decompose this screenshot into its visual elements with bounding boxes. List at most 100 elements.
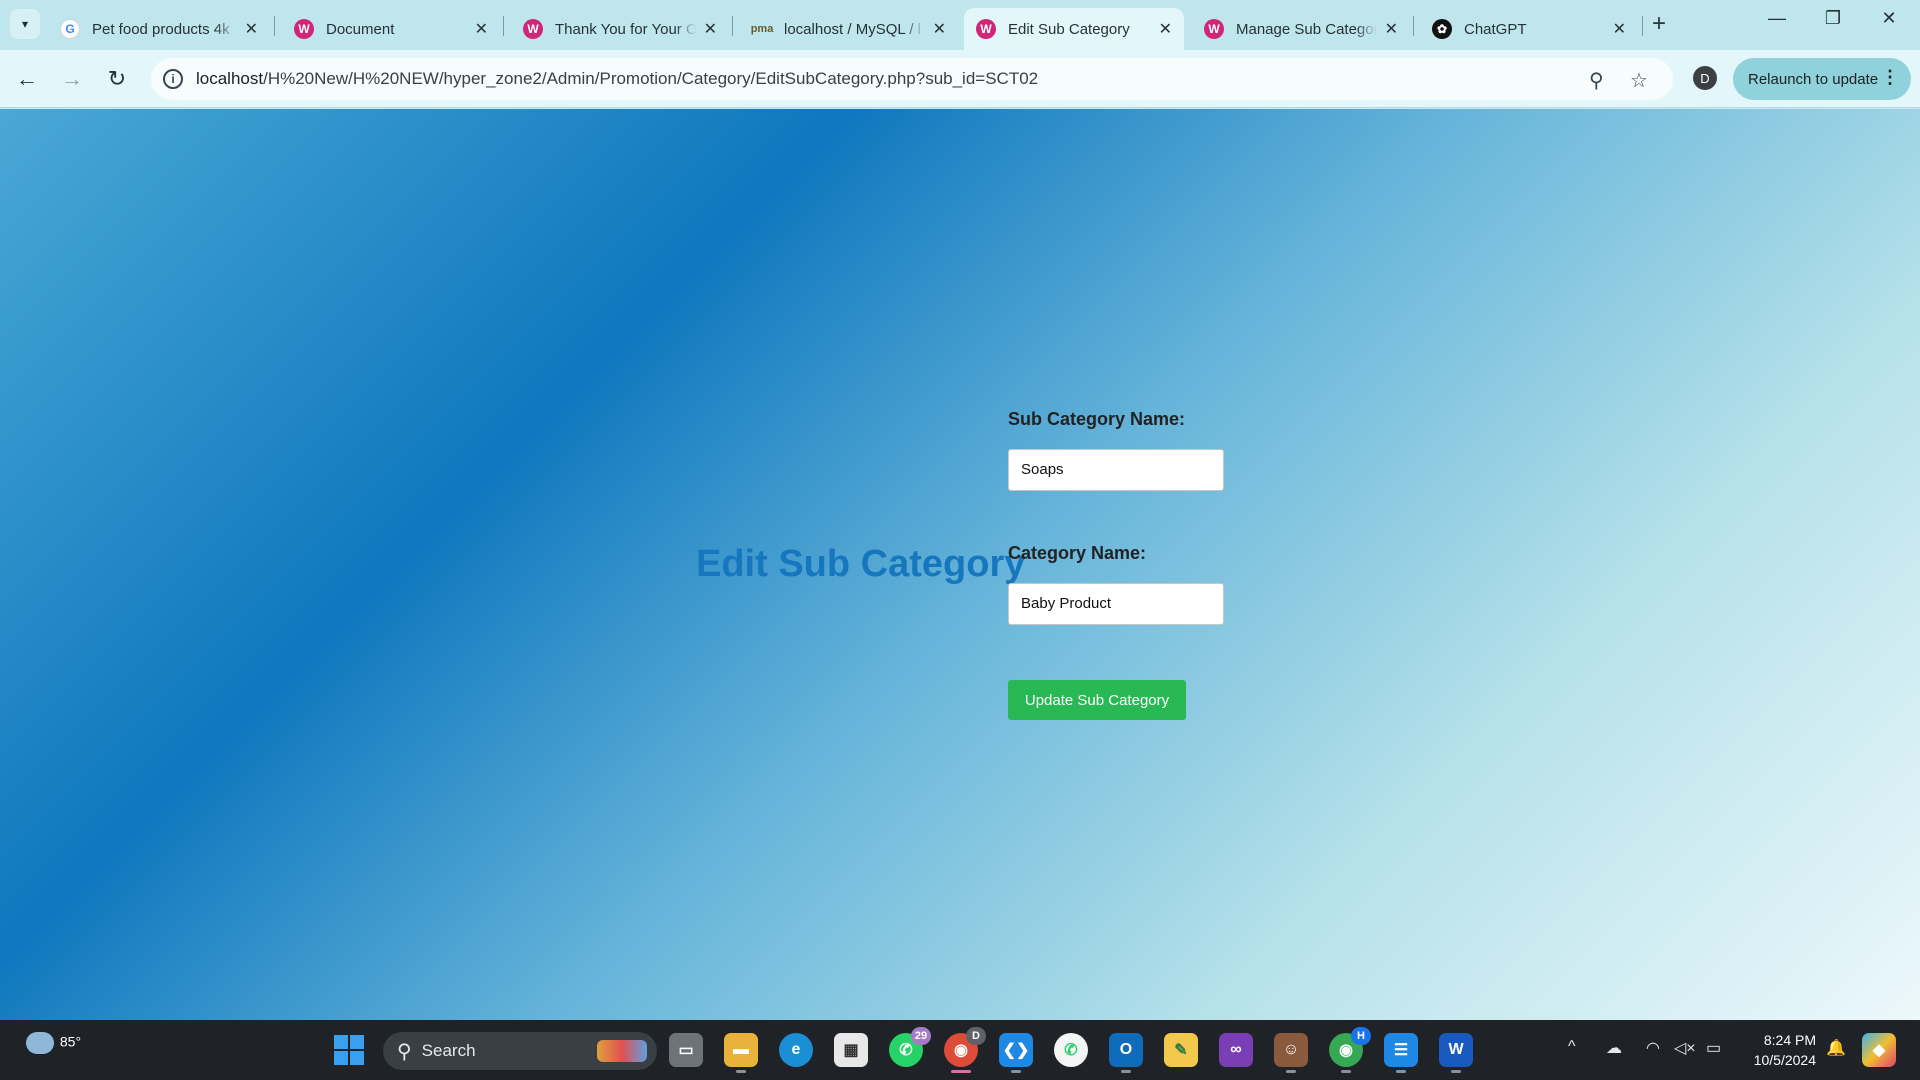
notification-bell-icon[interactable]: 🔔 [1826, 1038, 1846, 1058]
chevron-up-icon[interactable]: ^ [1568, 1038, 1576, 1056]
tab-manage-sub-category[interactable]: W Manage Sub Categor ✕ [1192, 8, 1410, 50]
tab-edit-sub-category[interactable]: W Edit Sub Category ✕ [964, 8, 1184, 50]
minimize-icon: — [1768, 8, 1786, 28]
sub-category-label: Sub Category Name: [1008, 409, 1186, 429]
zoom-icon[interactable]: ⚲ [1589, 68, 1604, 93]
close-icon[interactable]: ✕ [245, 19, 258, 39]
reload-button[interactable]: ↻ [102, 64, 132, 94]
close-icon[interactable]: ✕ [475, 19, 488, 39]
profile-avatar[interactable]: D [1693, 66, 1717, 90]
word-icon[interactable]: W [1439, 1033, 1473, 1067]
tab-pet-food[interactable]: G Pet food products 4k ✕ [48, 8, 270, 50]
back-button[interactable]: ← [12, 64, 42, 94]
photo-app-icon[interactable]: ☺ [1274, 1033, 1308, 1067]
close-icon[interactable]: ✕ [1159, 19, 1172, 39]
close-icon[interactable]: ✕ [1613, 19, 1626, 39]
url-text[interactable]: localhost/H%20New/H%20NEW/hyper_zone2/Ad… [196, 69, 1038, 89]
tab-label: Document [326, 20, 395, 38]
tab-label: Thank You for Your O [555, 20, 696, 38]
profile-badge: H [1351, 1027, 1371, 1045]
close-window-button[interactable]: ✕ [1866, 8, 1912, 29]
tab-separator [274, 16, 275, 36]
chevron-down-icon: ▾ [21, 17, 29, 31]
tab-document[interactable]: W Document ✕ [282, 8, 500, 50]
phpmyadmin-icon: pma [750, 23, 774, 35]
google-icon: G [60, 19, 80, 39]
edge-icon[interactable]: e [779, 1033, 813, 1067]
close-icon[interactable]: ✕ [704, 19, 717, 39]
arrow-left-icon: ← [16, 66, 38, 91]
profile-badge: D [966, 1027, 986, 1045]
microsoft-store-icon[interactable]: ▦ [834, 1033, 868, 1067]
restore-button[interactable]: ❐ [1810, 8, 1856, 29]
taskbar-search[interactable]: ⚲ Search [383, 1032, 657, 1070]
battery-icon[interactable]: ▭ [1706, 1038, 1721, 1058]
wordpress-icon: W [523, 19, 543, 39]
chrome-icon[interactable]: ◉ D [944, 1027, 986, 1067]
reload-icon: ↻ [107, 66, 127, 91]
address-bar[interactable]: i localhost/H%20New/H%20NEW/hyper_zone2/… [151, 58, 1673, 100]
sticky-tools-icon[interactable]: ✎ [1164, 1033, 1198, 1067]
chatgpt-icon: ✿ [1432, 19, 1452, 39]
file-explorer-icon[interactable]: ▬ [724, 1033, 758, 1067]
weather-temp: 85° [59, 1033, 82, 1050]
task-view-icon[interactable]: ▭ [669, 1033, 703, 1067]
close-icon[interactable]: ✕ [933, 19, 946, 39]
relaunch-label: Relaunch to update [1748, 70, 1879, 88]
minimize-button[interactable]: — [1754, 8, 1800, 29]
wordpress-icon: W [976, 19, 996, 39]
tab-label: ChatGPT [1464, 20, 1527, 38]
search-icon: ⚲ [397, 1040, 412, 1063]
whatsapp-icon[interactable]: ✆ 29 [889, 1027, 931, 1067]
windows-logo-icon [334, 1035, 364, 1065]
page-title: Edit Sub Category [696, 543, 1026, 585]
tab-label: Edit Sub Category [1008, 20, 1130, 38]
info-icon[interactable]: i [163, 69, 183, 89]
tab-phpmyadmin[interactable]: pma localhost / MySQL / l ✕ [740, 8, 958, 50]
plus-icon: + [1652, 10, 1667, 37]
copilot-icon[interactable]: ◆ [1862, 1033, 1896, 1067]
running-indicator [1121, 1070, 1131, 1073]
weather-widget[interactable]: 85° [26, 1032, 81, 1054]
close-icon: ✕ [1881, 8, 1897, 28]
outlook-icon[interactable]: O [1109, 1033, 1143, 1067]
notepad-icon[interactable]: ☰ [1384, 1033, 1418, 1067]
wordpress-icon: W [294, 19, 314, 39]
visual-studio-icon[interactable]: ∞ [1219, 1033, 1253, 1067]
tab-label: Manage Sub Categor [1236, 20, 1377, 38]
onedrive-icon[interactable]: ☁ [1606, 1038, 1622, 1058]
system-clock[interactable]: 8:24 PM 10/5/2024 [1740, 1030, 1816, 1070]
tab-chatgpt[interactable]: ✿ ChatGPT ✕ [1420, 8, 1638, 50]
close-icon[interactable]: ✕ [1385, 19, 1398, 39]
start-button[interactable] [332, 1033, 366, 1067]
clock-date: 10/5/2024 [1753, 1052, 1816, 1068]
running-indicator [736, 1070, 746, 1073]
whatsapp-web-icon[interactable]: ✆ [1054, 1033, 1088, 1067]
chrome-profile-icon[interactable]: ◉ H [1329, 1027, 1371, 1067]
running-indicator [1286, 1070, 1296, 1073]
tab-search-button[interactable]: ▾ [10, 9, 40, 39]
category-input[interactable]: Baby Product [1008, 583, 1224, 625]
speaker-muted-icon[interactable]: ◁× [1674, 1038, 1696, 1058]
active-indicator [951, 1070, 971, 1073]
wordpress-icon: W [1204, 19, 1224, 39]
running-indicator [1396, 1070, 1406, 1073]
more-menu-icon[interactable]: ⋮ [1881, 67, 1899, 88]
tab-label: Pet food products 4k [92, 20, 230, 38]
new-tab-button[interactable]: + [1652, 10, 1666, 38]
sub-category-input[interactable]: Soaps [1008, 449, 1224, 491]
update-sub-category-button[interactable]: Update Sub Category [1008, 680, 1186, 720]
search-highlight-icon [597, 1040, 647, 1062]
forward-button[interactable]: → [57, 64, 87, 94]
tab-thank-you[interactable]: W Thank You for Your O ✕ [511, 8, 729, 50]
wifi-icon[interactable]: ◠ [1646, 1038, 1660, 1058]
category-label: Category Name: [1008, 543, 1147, 563]
running-indicator [1011, 1070, 1021, 1073]
windows-taskbar: 85° ⚲ Search ▭ ▬ e ▦ ✆ 29 ◉ D ❮❯ ✆ O ✎ ∞… [0, 1020, 1920, 1080]
weather-cloud-icon [26, 1032, 54, 1054]
vscode-icon[interactable]: ❮❯ [999, 1033, 1033, 1067]
bookmark-star-icon[interactable]: ☆ [1630, 68, 1648, 93]
url-path: /H%20New/H%20NEW/hyper_zone2/Admin/Promo… [263, 69, 1039, 88]
url-host: localhost [196, 69, 264, 88]
relaunch-button[interactable]: Relaunch to update ⋮ [1733, 58, 1911, 100]
